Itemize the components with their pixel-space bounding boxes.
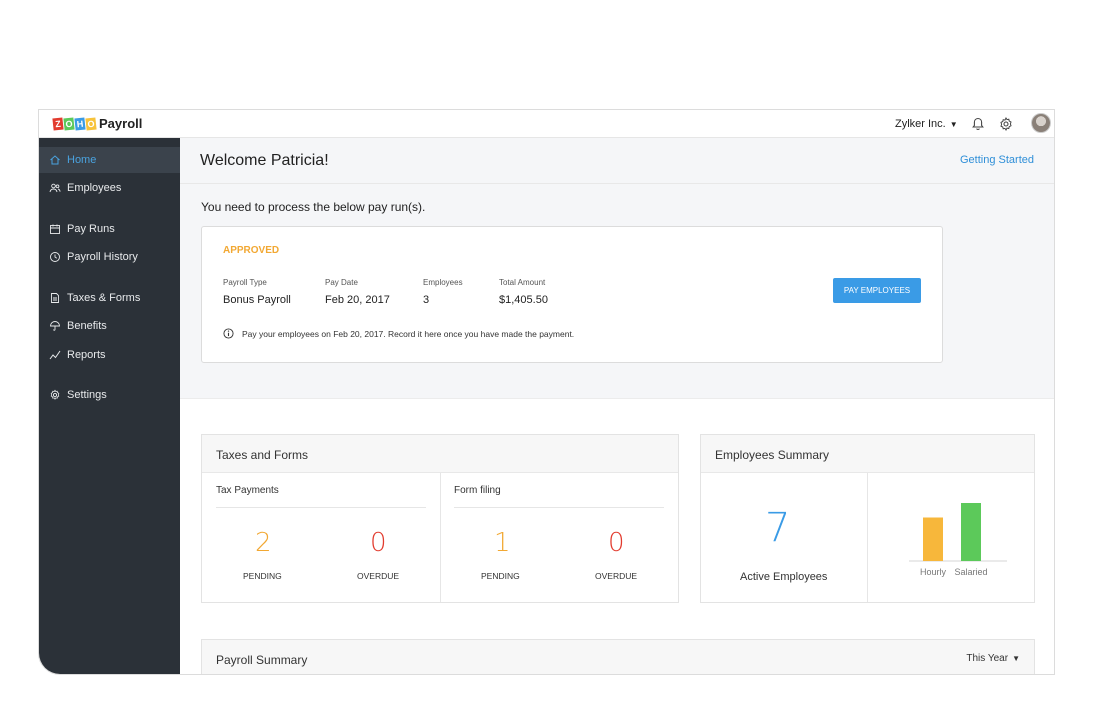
field-label: Total Amount — [499, 278, 546, 287]
sidebar-item-reports[interactable]: Reports — [39, 342, 180, 368]
gear-icon — [50, 389, 60, 400]
tick-label-hourly: Hourly — [920, 567, 947, 577]
users-icon — [49, 183, 61, 193]
field-label: Employees — [423, 278, 463, 287]
sidebar-item-pay-runs[interactable]: Pay Runs — [39, 216, 180, 242]
gear-icon[interactable] — [998, 116, 1014, 132]
document-icon — [51, 293, 59, 303]
divider — [216, 507, 426, 508]
zoho-payroll-logo[interactable]: Z O H O Payroll — [52, 116, 143, 131]
field-employees: Employees 3 — [423, 278, 463, 306]
logo-letter-z: Z — [52, 117, 64, 130]
sidebar-item-employees[interactable]: Employees — [39, 175, 180, 201]
field-value: Feb 20, 2017 — [325, 294, 390, 306]
tick-label-salaried: Salaried — [954, 567, 987, 577]
field-value: 3 — [423, 294, 430, 306]
calendar-icon — [50, 224, 60, 234]
caret-down-icon: ▼ — [949, 120, 958, 129]
panel-title: Taxes and Forms — [202, 435, 678, 473]
period-dropdown[interactable]: This Year ▼ — [966, 653, 1020, 664]
getting-started-link[interactable]: Getting Started — [960, 154, 1034, 166]
field-payroll-type: Payroll Type Bonus Payroll — [223, 278, 291, 306]
field-label: Payroll Type — [223, 278, 267, 287]
sidebar-item-home[interactable]: Home — [39, 147, 180, 173]
dashboard: Taxes and Forms Tax Payments 2 PENDING 0… — [180, 398, 1054, 674]
panel-title: Employees Summary — [701, 435, 1034, 473]
field-value: $1,405.50 — [499, 294, 548, 306]
payment-note-text: Pay your employees on Feb 20, 2017. Reco… — [242, 328, 575, 339]
sidebar: Home Employees Pay Runs Payroll History … — [39, 138, 180, 674]
caret-down-icon: ▼ — [1012, 654, 1020, 663]
sidebar-item-settings[interactable]: Settings — [39, 382, 180, 408]
field-label: Pay Date — [325, 278, 358, 287]
tax-pending-count[interactable]: 2 — [255, 528, 272, 558]
status-badge: APPROVED — [223, 245, 280, 256]
sidebar-item-benefits[interactable]: Benefits — [39, 313, 180, 339]
form-pending-label: PENDING — [481, 571, 520, 581]
app-window: Z O H O Payroll Zylker Inc. ▼ Home Employ… — [38, 109, 1055, 675]
pay-employees-button[interactable]: PAY EMPLOYEES — [833, 278, 921, 303]
logo-letter-o1: O — [63, 117, 75, 130]
sidebar-item-label: Taxes & Forms — [67, 292, 141, 304]
welcome-bar: Welcome Patricia! Getting Started — [180, 138, 1054, 184]
payroll-summary-panel: Payroll Summary This Year ▼ — [201, 639, 1035, 674]
main-content: Welcome Patricia! Getting Started You ne… — [180, 138, 1054, 674]
logo-letter-h: H — [74, 117, 86, 130]
employee-type-chart: Hourly Salaried — [909, 503, 1007, 577]
field-total-amount: Total Amount $1,405.50 — [499, 278, 548, 306]
divider — [454, 507, 664, 508]
tax-overdue-label: OVERDUE — [357, 571, 400, 581]
sidebar-item-label: Reports — [67, 349, 106, 361]
logo-letter-o2: O — [85, 117, 97, 130]
process-message: You need to process the below pay run(s)… — [201, 200, 426, 214]
bar-hourly[interactable] — [923, 517, 943, 562]
welcome-title: Welcome Patricia! — [200, 152, 329, 169]
bell-icon[interactable] — [970, 116, 986, 132]
sidebar-item-label: Settings — [67, 389, 107, 401]
pay-run-card: APPROVED Payroll Type Bonus Payroll Pay … — [201, 226, 943, 363]
user-avatar[interactable] — [1031, 113, 1051, 133]
form-overdue-count[interactable]: 0 — [608, 528, 625, 558]
form-pending-count[interactable]: 1 — [494, 528, 511, 558]
sidebar-item-label: Employees — [67, 182, 122, 194]
org-switcher[interactable]: Zylker Inc. ▼ — [895, 118, 958, 130]
sidebar-item-label: Payroll History — [67, 251, 138, 263]
bar-salaried[interactable] — [961, 503, 981, 561]
org-name: Zylker Inc. — [895, 118, 946, 130]
umbrella-icon — [50, 321, 60, 331]
chart-line-icon — [49, 350, 61, 360]
active-employees-label: Active Employees — [740, 571, 828, 583]
panel-divider — [867, 473, 868, 602]
tax-payments-title: Tax Payments — [216, 485, 279, 496]
field-pay-date: Pay Date Feb 20, 2017 — [325, 278, 390, 306]
home-icon — [50, 155, 60, 165]
employees-summary-panel: Employees Summary 7 Active Employees Hou… — [700, 434, 1035, 603]
sidebar-item-payroll-history[interactable]: Payroll History — [39, 244, 180, 270]
period-value: This Year — [966, 653, 1009, 664]
clock-icon — [50, 252, 60, 262]
app-name: Payroll — [99, 116, 143, 131]
form-filing-title: Form filing — [454, 485, 501, 496]
info-icon — [223, 328, 234, 339]
panel-divider — [440, 473, 441, 602]
top-bar: Z O H O Payroll Zylker Inc. ▼ — [39, 110, 1054, 138]
tax-pending-label: PENDING — [243, 571, 282, 581]
tax-overdue-count[interactable]: 0 — [370, 528, 387, 558]
sidebar-item-taxes-forms[interactable]: Taxes & Forms — [39, 285, 180, 311]
taxes-forms-panel: Taxes and Forms Tax Payments 2 PENDING 0… — [201, 434, 679, 603]
field-value: Bonus Payroll — [223, 294, 291, 306]
active-employees-count[interactable]: 7 — [765, 505, 790, 551]
sidebar-item-label: Pay Runs — [67, 223, 115, 235]
form-overdue-label: OVERDUE — [595, 571, 638, 581]
payment-note: Pay your employees on Feb 20, 2017. Reco… — [223, 328, 574, 339]
sidebar-item-label: Benefits — [67, 320, 107, 332]
panel-title: Payroll Summary — [202, 640, 1034, 674]
sidebar-item-label: Home — [67, 154, 97, 166]
